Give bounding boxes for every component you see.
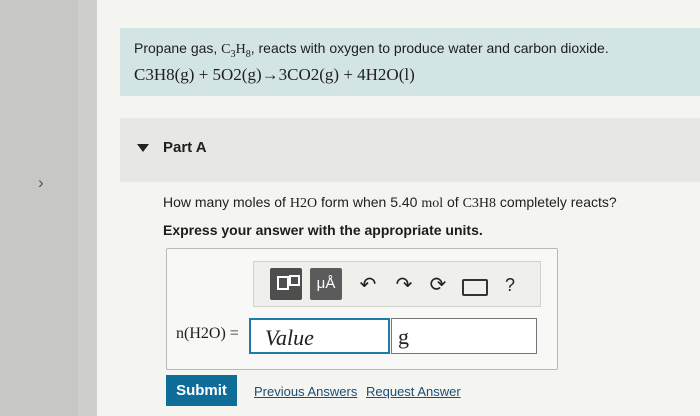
value-input[interactable]: Value — [249, 318, 390, 354]
submit-button[interactable]: Submit — [166, 375, 237, 406]
propane-formula: C3H8 — [221, 42, 251, 60]
answer-label: n(H2O) = — [176, 325, 239, 342]
template-icon-box — [289, 275, 300, 286]
template-button[interactable] — [270, 268, 302, 300]
units-button[interactable]: μÅ — [310, 268, 342, 300]
chemical-equation: C3H8(g) + 5O2(g)→3CO2(g) + 4H2O(l) — [134, 65, 415, 84]
water-formula: H2O — [289, 196, 318, 211]
problem-statement: Propane gas, C3H8, reacts with oxygen to… — [120, 28, 700, 96]
math-toolbar: μÅ ↶ ↷ ⟳ ? — [253, 261, 541, 307]
template-icon — [277, 276, 289, 290]
answer-panel: μÅ ↶ ↷ ⟳ ? n(H2O) = Value g — [166, 248, 558, 370]
redo-icon[interactable]: ↷ — [392, 273, 416, 297]
chevron-right-icon[interactable]: › — [38, 174, 52, 192]
question-text: How many moles of H2O form when 5.40 mol… — [163, 194, 617, 211]
left-sidebar — [0, 0, 78, 416]
keyboard-icon[interactable] — [462, 273, 488, 297]
unit-input[interactable]: g — [391, 318, 537, 354]
part-a-header[interactable]: Part A — [120, 118, 700, 182]
reset-icon[interactable]: ⟳ — [426, 273, 450, 297]
problem-intro: Propane gas, C3H8, reacts with oxygen to… — [134, 40, 609, 60]
mol-unit: mol — [421, 196, 444, 211]
caret-down-icon[interactable] — [137, 144, 149, 152]
help-icon[interactable]: ? — [498, 273, 522, 297]
undo-icon[interactable]: ↶ — [356, 273, 380, 297]
propane-formula-question: C3H8 — [462, 196, 497, 211]
part-label: Part A — [163, 139, 207, 156]
previous-answers-link[interactable]: Previous Answers — [254, 384, 357, 399]
answer-instruction: Express your answer with the appropriate… — [163, 222, 483, 238]
request-answer-link[interactable]: Request Answer — [366, 384, 461, 399]
